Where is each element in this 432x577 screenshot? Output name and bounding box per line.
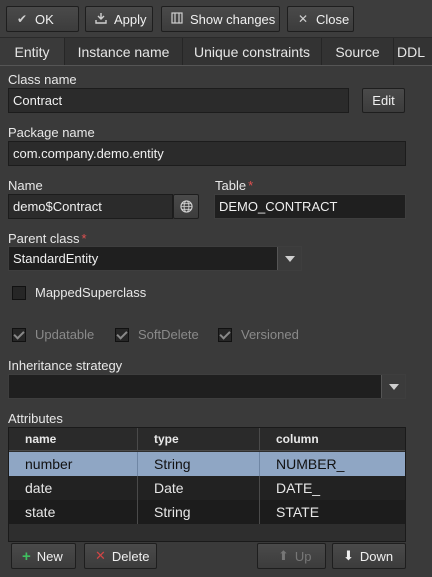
soft-delete-label: SoftDelete — [138, 327, 199, 342]
mapped-superclass-checkbox[interactable] — [12, 286, 26, 300]
column-header-column[interactable]: column — [260, 428, 405, 450]
inheritance-strategy-label: Inheritance strategy — [8, 358, 123, 373]
name-field[interactable]: demo$Contract — [8, 194, 173, 219]
edit-button[interactable]: Edit — [362, 88, 405, 113]
tab-instance-name[interactable]: Instance name — [65, 38, 183, 65]
new-label: New — [36, 548, 63, 564]
cell-name: date — [9, 476, 138, 500]
close-label: Close — [316, 11, 350, 27]
ok-button[interactable]: ✔ OK — [6, 6, 79, 32]
cell-type: Date — [138, 476, 260, 500]
cell-name: number — [9, 452, 138, 476]
parent-class-label-text: Parent class — [8, 231, 80, 246]
tab-entity[interactable]: Entity — [0, 38, 65, 65]
columns-icon — [170, 11, 184, 27]
plus-icon: + — [22, 547, 31, 565]
toolbar: ✔ OK Apply Show changes ✕ Close — [0, 0, 432, 38]
updatable-checkbox[interactable] — [12, 328, 26, 342]
name-label: Name — [8, 178, 43, 193]
check-icon: ✔ — [16, 12, 28, 26]
versioned-checkbox[interactable] — [218, 328, 232, 342]
column-header-type[interactable]: type — [138, 428, 260, 450]
tab-ddl[interactable]: DDL — [394, 38, 432, 65]
table-row[interactable]: date Date DATE_ — [9, 476, 405, 500]
delete-icon: ✕ — [95, 548, 106, 563]
down-label: Down — [359, 548, 394, 564]
table-field[interactable]: DEMO_CONTRACT — [214, 194, 406, 219]
package-name-field[interactable]: com.company.demo.entity — [8, 141, 406, 166]
parent-class-value: StandardEntity — [13, 251, 99, 266]
cell-column: STATE — [276, 504, 320, 520]
updatable-label: Updatable — [35, 327, 95, 342]
cell-column: DATE_ — [276, 480, 321, 496]
tab-unique-constraints[interactable]: Unique constraints — [183, 38, 322, 65]
table-label: Table * — [215, 178, 253, 193]
table-header: name type column — [9, 428, 405, 451]
column-header-name[interactable]: name — [9, 428, 138, 450]
class-name-field[interactable]: Contract — [8, 88, 349, 113]
table-row[interactable]: number String NUMBER_ — [9, 452, 405, 476]
ok-label: OK — [35, 11, 54, 27]
show-changes-label: Show changes — [190, 11, 276, 27]
class-name-label: Class name — [8, 72, 77, 87]
tab-bar: Entity Instance name Unique constraints … — [0, 38, 432, 66]
parent-class-select[interactable]: StandardEntity — [8, 246, 302, 271]
attributes-table: name type column number String NUMBER_ d… — [8, 427, 406, 542]
package-name-label: Package name — [8, 125, 95, 140]
parent-class-label: Parent class * — [8, 231, 87, 246]
up-label: Up — [294, 548, 312, 564]
close-icon: ✕ — [297, 12, 309, 26]
soft-delete-checkbox[interactable] — [115, 328, 129, 342]
table-row[interactable]: state String STATE — [9, 500, 405, 524]
tab-source[interactable]: Source — [322, 38, 394, 65]
up-button[interactable]: ⬆ Up — [257, 543, 326, 569]
inheritance-strategy-select[interactable] — [8, 374, 406, 399]
arrow-up-icon: ⬆ — [278, 548, 289, 563]
download-icon — [94, 12, 108, 27]
apply-label: Apply — [114, 11, 147, 27]
chevron-down-icon[interactable] — [277, 247, 301, 270]
localization-button[interactable] — [173, 194, 199, 219]
cell-type: String — [138, 452, 260, 476]
required-mark: * — [81, 231, 87, 246]
show-changes-button[interactable]: Show changes — [161, 6, 280, 32]
arrow-down-icon: ⬇ — [343, 548, 354, 563]
close-button[interactable]: ✕ Close — [287, 6, 354, 32]
required-mark: * — [248, 178, 254, 193]
apply-button[interactable]: Apply — [85, 6, 153, 32]
globe-icon — [179, 200, 193, 213]
versioned-label: Versioned — [241, 327, 299, 342]
delete-button[interactable]: ✕ Delete — [84, 543, 157, 569]
new-button[interactable]: + New — [11, 543, 76, 569]
down-button[interactable]: ⬇ Down — [332, 543, 406, 569]
chevron-down-icon[interactable] — [381, 375, 405, 398]
cell-type: String — [138, 500, 260, 524]
table-label-text: Table — [215, 178, 247, 193]
cell-name: state — [9, 500, 138, 524]
mapped-superclass-label: MappedSuperclass — [35, 285, 147, 300]
cell-column: NUMBER_ — [276, 456, 345, 472]
attributes-label: Attributes — [8, 411, 63, 426]
delete-label: Delete — [111, 548, 150, 564]
